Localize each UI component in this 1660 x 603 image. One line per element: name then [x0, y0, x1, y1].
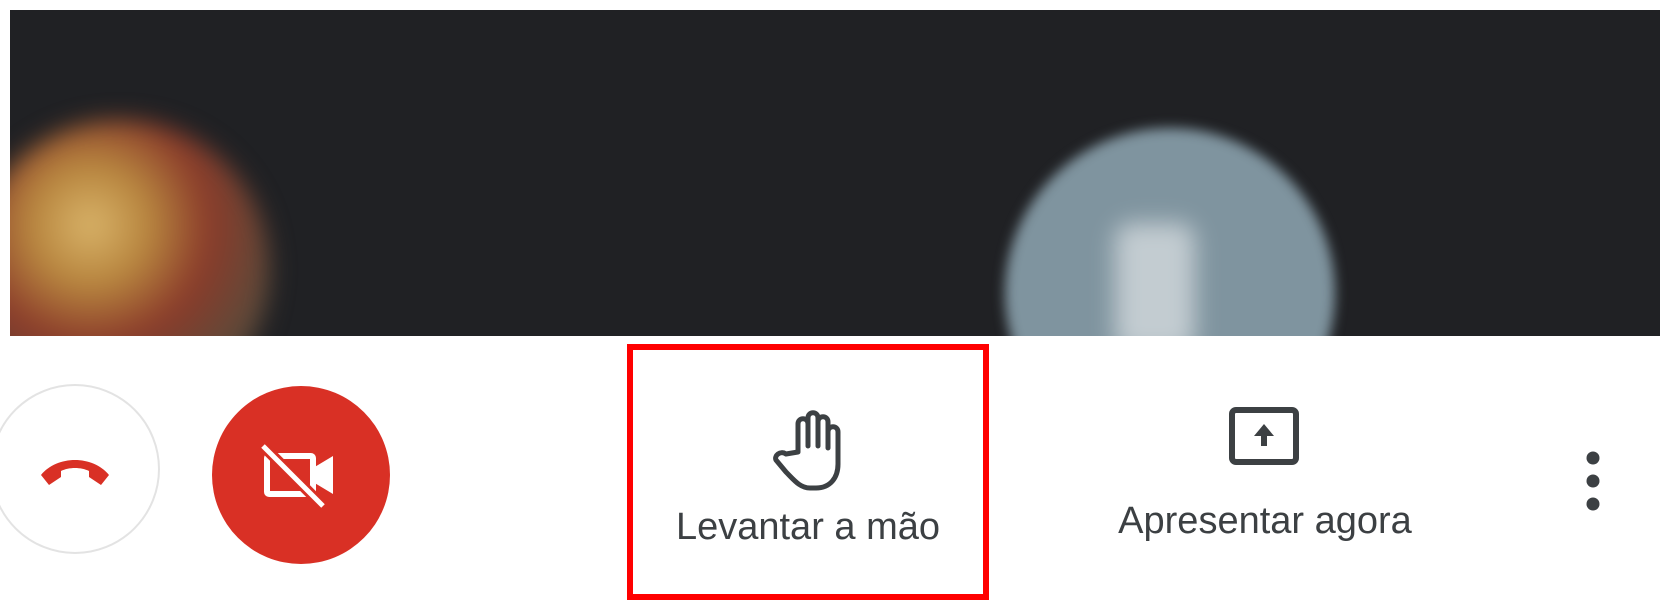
- camera-toggle-button[interactable]: [212, 386, 390, 564]
- more-vertical-icon: [1586, 451, 1600, 511]
- phone-hangup-icon: [41, 460, 109, 485]
- more-options-button[interactable]: [1575, 436, 1611, 526]
- hand-icon: [773, 410, 841, 491]
- participant-avatar: [1005, 128, 1335, 336]
- raise-hand-label: Levantar a mão: [675, 506, 941, 548]
- raise-hand-button[interactable]: Levantar a mão: [627, 344, 989, 600]
- camera-off-icon: [261, 442, 333, 510]
- video-grid: [10, 10, 1660, 336]
- present-now-button[interactable]: Apresentar agora: [1085, 344, 1445, 600]
- participant-tile-left: [10, 120, 270, 336]
- leave-call-button[interactable]: [0, 384, 160, 554]
- present-screen-icon: [1229, 407, 1299, 465]
- avatar-glyph: [1115, 223, 1195, 336]
- present-now-label: Apresentar agora: [1118, 500, 1412, 542]
- meeting-controls-bar: Levantar a mão Apresentar agora: [0, 336, 1660, 603]
